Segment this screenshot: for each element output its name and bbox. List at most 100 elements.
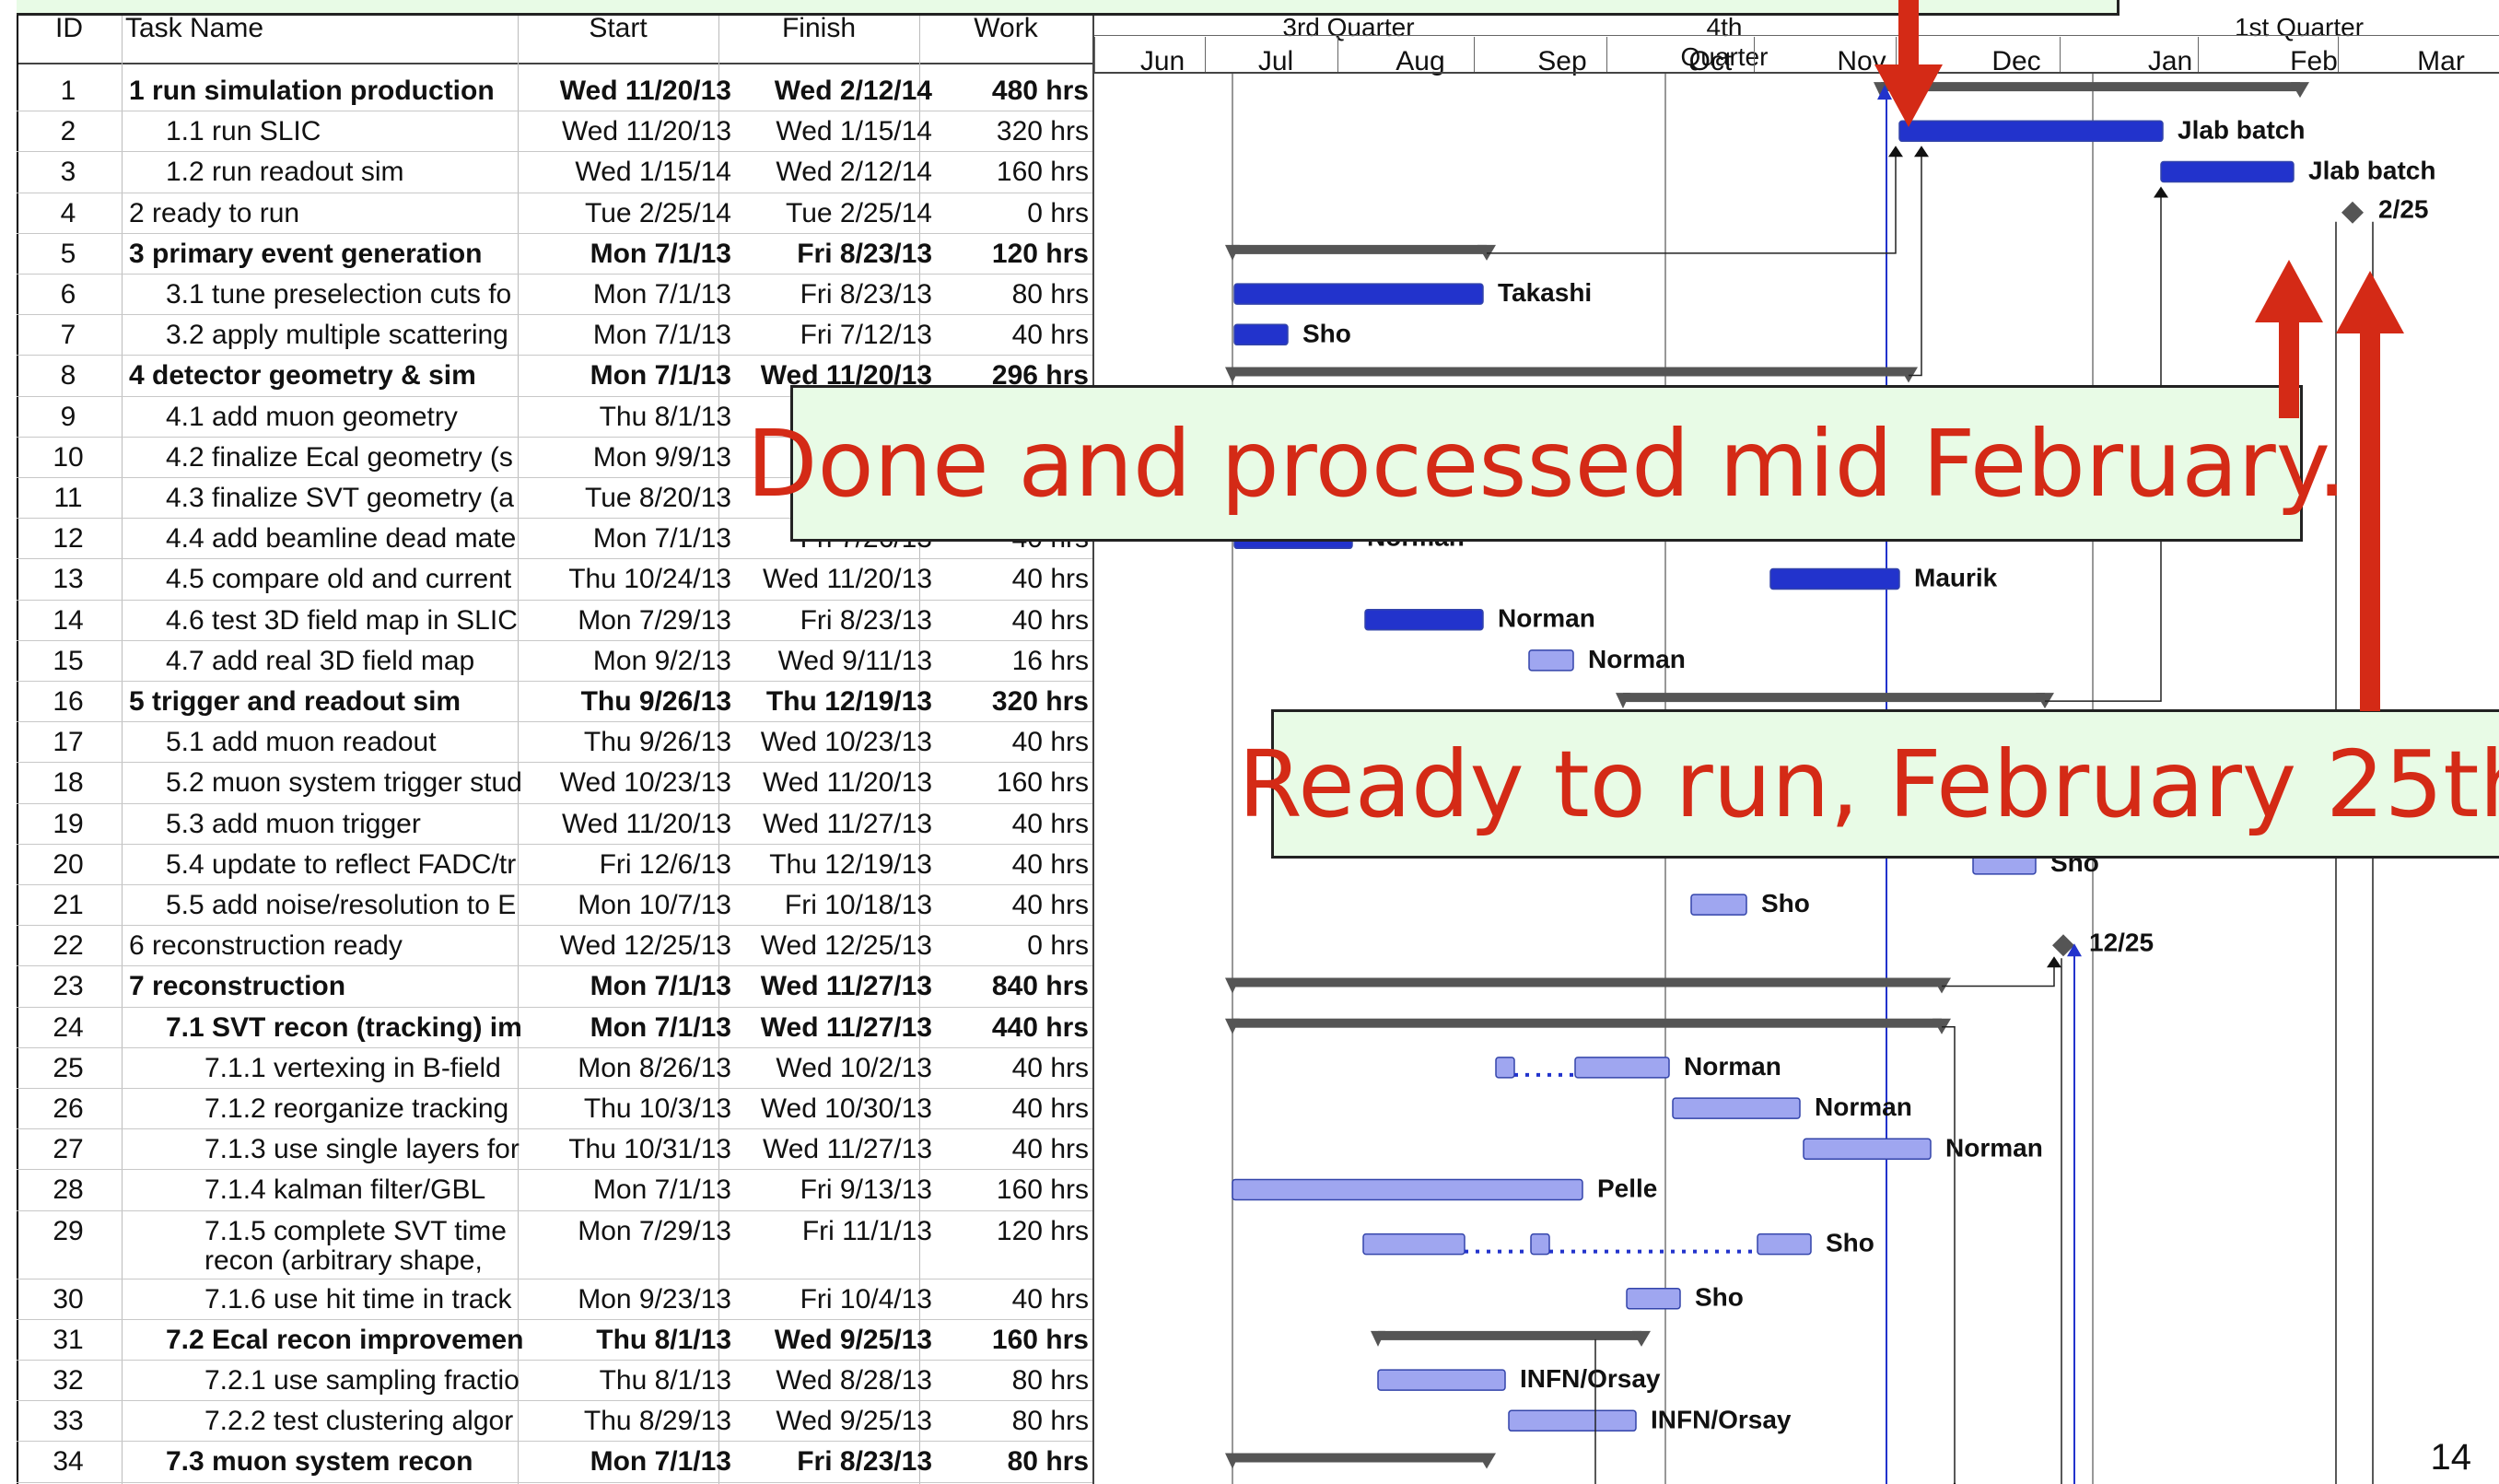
table-row[interactable]: 22 6 reconstruction ready Wed 12/25/13 Wed … bbox=[17, 925, 1092, 967]
table-row[interactable]: 6 3.1 tune preselection cuts fo Mon 7/1/13… bbox=[17, 274, 1092, 316]
table-row[interactable]: 21 5.5 add noise/resolution to E Mon 10/7/… bbox=[17, 884, 1092, 927]
task-work: 440 hrs bbox=[991, 1011, 1089, 1043]
task-id: 20 bbox=[53, 848, 84, 880]
task-start: Mon 7/1/13 bbox=[592, 279, 731, 310]
table-row[interactable]: 29 7.1.5 complete SVT time Mon 7/29/13 Fri … bbox=[17, 1210, 1092, 1280]
bar-label: Norman bbox=[1815, 1093, 1912, 1121]
task-work: 480 hrs bbox=[991, 76, 1089, 106]
task-finish: Wed 11/27/13 bbox=[762, 1134, 932, 1165]
task-start: Thu 8/1/13 bbox=[596, 1324, 731, 1355]
table-row[interactable]: 14 4.6 test 3D field map in SLIC Mon 7/29/… bbox=[17, 600, 1092, 641]
task-finish: Wed 11/27/13 bbox=[760, 1011, 932, 1043]
task-start: Thu 8/1/13 bbox=[599, 1365, 731, 1396]
summary-bar bbox=[1232, 1018, 1942, 1028]
dependency-arrowhead bbox=[2154, 186, 2168, 198]
header-divider bbox=[1094, 72, 2499, 74]
dependency-link bbox=[1487, 147, 1897, 254]
task-start: Mon 7/1/13 bbox=[590, 360, 731, 391]
task-id: 7 bbox=[60, 320, 76, 351]
table-row[interactable]: 28 7.1.4 kalman filter/GBL Mon 7/1/13 Fri 9… bbox=[17, 1169, 1092, 1211]
task-work: 120 hrs bbox=[991, 238, 1089, 269]
task-work: 0 hrs bbox=[1027, 930, 1089, 962]
table-row[interactable]: 26 7.1.2 reorganize tracking Thu 10/3/13 We… bbox=[17, 1088, 1092, 1130]
task-name: 3 primary event generation bbox=[129, 238, 483, 269]
task-id: 5 bbox=[60, 238, 76, 269]
task-name: 7.1.4 kalman filter/GBL bbox=[204, 1174, 486, 1206]
task-id: 30 bbox=[53, 1283, 84, 1315]
table-row[interactable]: 25 7.1.1 vertexing in B-field Mon 8/26/13 W… bbox=[17, 1047, 1092, 1089]
table-row[interactable]: 27 7.1.3 use single layers for Thu 10/31/1… bbox=[17, 1128, 1092, 1171]
table-row[interactable]: 13 4.5 compare old and current Thu 10/24/1… bbox=[17, 558, 1092, 601]
task-finish: Thu 12/19/13 bbox=[769, 848, 932, 880]
task-name-line2: recon (arbitrary shape, bbox=[204, 1244, 483, 1276]
table-row[interactable]: 17 5.1 add muon readout Thu 9/26/13 Wed 10/… bbox=[17, 721, 1092, 764]
task-id: 13 bbox=[53, 564, 84, 595]
task-work: 40 hrs bbox=[1011, 848, 1089, 880]
table-row[interactable]: 3 1.2 run readout sim Wed 1/15/14 Wed 2/12/… bbox=[17, 151, 1092, 193]
task-bar bbox=[1574, 1057, 1670, 1079]
task-id: 23 bbox=[53, 971, 84, 1002]
task-id: 3 bbox=[60, 157, 76, 188]
table-row[interactable]: 16 5 trigger and readout sim Thu 9/26/13 Th… bbox=[17, 681, 1092, 723]
month-divider bbox=[2338, 37, 2339, 74]
table-row[interactable]: 7 3.2 apply multiple scattering Mon 7/1/13… bbox=[17, 314, 1092, 356]
bar-label: 2/25 bbox=[2378, 195, 2429, 224]
task-bar bbox=[1672, 1097, 1801, 1119]
table-row[interactable]: 34 7.3 muon system recon Mon 7/1/13 Fri 8/2… bbox=[17, 1441, 1092, 1483]
task-finish: Wed 12/25/13 bbox=[760, 930, 932, 962]
task-name: 7.2.1 use sampling fractio bbox=[204, 1365, 520, 1396]
task-start: Thu 10/31/13 bbox=[568, 1134, 731, 1165]
task-id: 26 bbox=[53, 1093, 84, 1124]
task-name: 4.5 compare old and current bbox=[166, 564, 512, 595]
summary-bar bbox=[1881, 82, 2300, 92]
task-work: 120 hrs bbox=[996, 1215, 1089, 1246]
table-row[interactable]: 30 7.1.6 use hit time in track Mon 9/23/13… bbox=[17, 1279, 1092, 1320]
table-row[interactable]: 4 2 ready to run Tue 2/25/14 Tue 2/25/14 0 h… bbox=[17, 193, 1092, 234]
task-finish: Wed 11/20/13 bbox=[762, 564, 932, 595]
table-row[interactable]: 31 7.2 Ecal recon improvemen Thu 8/1/13 Wed… bbox=[17, 1319, 1092, 1361]
table-row[interactable]: 1 1 run simulation production Wed 11/20/13… bbox=[17, 70, 1092, 112]
table-row[interactable]: 19 5.3 add muon trigger Wed 11/20/13 Wed 11… bbox=[17, 803, 1092, 845]
task-start: Tue 2/25/14 bbox=[584, 197, 731, 228]
task-bar bbox=[1898, 120, 2164, 143]
month-divider bbox=[1896, 37, 1897, 74]
header-divider bbox=[1094, 35, 2499, 36]
month-divider bbox=[2060, 37, 2061, 74]
table-row[interactable]: 23 7 reconstruction Mon 7/1/13 Wed 11/27/13… bbox=[17, 965, 1092, 1008]
dependency-link bbox=[1942, 958, 2055, 987]
bar-label: Norman bbox=[1588, 645, 1686, 673]
task-start: Mon 7/1/13 bbox=[592, 320, 731, 351]
task-start: Mon 8/26/13 bbox=[578, 1052, 731, 1083]
task-bar bbox=[1495, 1057, 1515, 1079]
task-bar bbox=[1757, 1233, 1812, 1256]
note-ready: Ready to run, February 25th bbox=[1238, 709, 2499, 859]
task-id: 24 bbox=[53, 1011, 84, 1043]
task-bar bbox=[1528, 649, 1574, 672]
table-row[interactable]: 2 1.1 run SLIC Wed 11/20/13 Wed 1/15/14 320 … bbox=[17, 111, 1092, 153]
table-row[interactable]: 18 5.2 muon system trigger stud Wed 10/23/… bbox=[17, 762, 1092, 804]
table-row[interactable]: 33 7.2.2 test clustering algor Thu 8/29/13… bbox=[17, 1400, 1092, 1443]
table-row[interactable]: 20 5.4 update to reflect FADC/tr Fri 12/6/… bbox=[17, 844, 1092, 885]
task-name: 7.1.3 use single layers for bbox=[204, 1134, 520, 1165]
bar-label: Norman bbox=[1684, 1052, 1781, 1081]
bar-label: Sho bbox=[1826, 1229, 1874, 1257]
task-id: 10 bbox=[53, 441, 84, 473]
task-name: 7.2.2 test clustering algor bbox=[204, 1406, 514, 1437]
summary-bar bbox=[1232, 367, 1909, 377]
bar-label: Sho bbox=[1302, 319, 1351, 347]
task-bar bbox=[2160, 160, 2295, 183]
task-work: 40 hrs bbox=[1011, 1093, 1089, 1124]
bar-label: Takashi bbox=[1498, 278, 1592, 307]
task-finish: Wed 11/27/13 bbox=[760, 971, 932, 1002]
task-bar bbox=[1530, 1233, 1550, 1256]
task-finish: Fri 8/23/13 bbox=[800, 279, 932, 310]
bar-label: Pelle bbox=[1597, 1174, 1657, 1203]
table-row[interactable]: 32 7.2.1 use sampling fractio Thu 8/1/13 We… bbox=[17, 1360, 1092, 1402]
table-row[interactable]: 15 4.7 add real 3D field map Mon 9/2/13 Wed… bbox=[17, 640, 1092, 682]
month-divider bbox=[1094, 37, 1095, 74]
task-finish: Wed 10/2/13 bbox=[776, 1052, 932, 1083]
table-row[interactable]: 24 7.1 SVT recon (tracking) im Mon 7/1/13 W… bbox=[17, 1007, 1092, 1048]
task-finish: Wed 8/28/13 bbox=[776, 1365, 932, 1396]
task-name: 5.3 add muon trigger bbox=[166, 808, 421, 839]
table-row[interactable]: 5 3 primary event generation Mon 7/1/13 Fri… bbox=[17, 233, 1092, 275]
